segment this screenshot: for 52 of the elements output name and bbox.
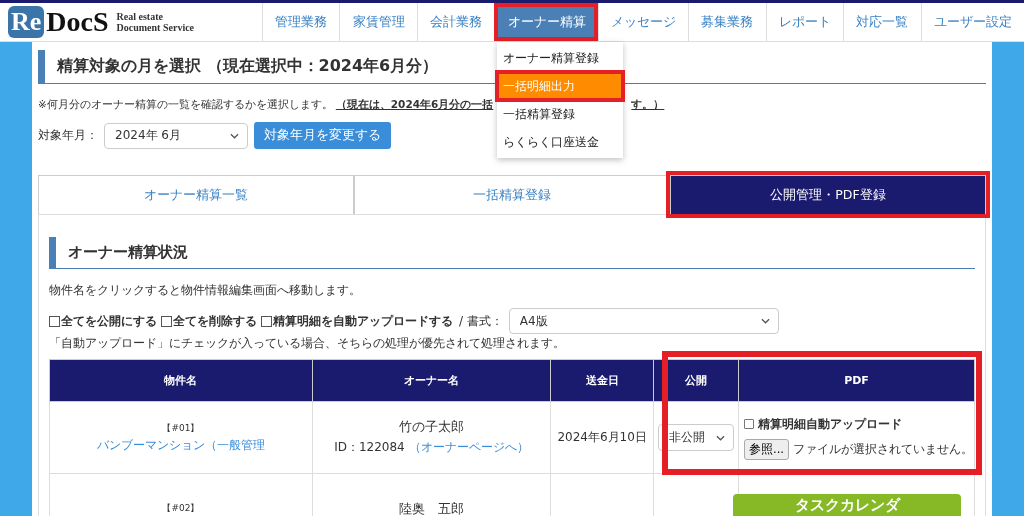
- nav-menu-item[interactable]: 募集業務: [688, 3, 766, 41]
- format-select[interactable]: A4版: [508, 308, 779, 334]
- column-header: 公開: [653, 359, 739, 402]
- format-label: / 書式：: [459, 312, 503, 330]
- tab[interactable]: オーナー精算一覧: [38, 175, 354, 214]
- dropdown-menu-item[interactable]: 一括精算登録: [497, 100, 623, 128]
- hint-text: 物件名をクリックすると物件情報編集画面へ移動します。: [49, 283, 362, 298]
- property-number: 【#02】: [161, 502, 201, 515]
- logo-name: DocS: [46, 6, 109, 38]
- visibility-select[interactable]: 非公開: [658, 424, 735, 451]
- property-link[interactable]: バンブーマンション（一般管理: [96, 437, 265, 452]
- change-month-button[interactable]: 対象年月を変更する: [254, 122, 391, 149]
- field-label: 対象年月：: [38, 127, 98, 144]
- chevron-icon: [760, 318, 770, 324]
- column-header: 送金日: [550, 359, 654, 402]
- checkbox-option[interactable]: 精算明細を自動アップロードする: [261, 312, 453, 330]
- nav-menu-item[interactable]: 管理業務: [262, 3, 340, 41]
- column-header: 物件名: [49, 359, 313, 402]
- browse-button[interactable]: 参照...: [744, 438, 789, 460]
- month-select[interactable]: 2024年 6月: [104, 122, 248, 149]
- column-header: オーナー名: [312, 359, 551, 402]
- notice-text: ※何月分のオーナー精算の一覧を確認するかを選択します。: [38, 98, 333, 112]
- owner-id: ID：122084: [334, 440, 405, 454]
- logo-tagline: Document Service: [116, 22, 195, 33]
- owner-name: 陸奥 五郎: [397, 501, 465, 516]
- checkbox-option[interactable]: 全てを削除する: [161, 312, 257, 330]
- chevron-icon: [230, 132, 239, 139]
- dropdown-menu-item[interactable]: らくらく口座送金: [497, 128, 623, 156]
- nav-menu-item[interactable]: オーナー精算: [494, 3, 598, 41]
- dropdown-menu-item[interactable]: 一括明細出力: [497, 72, 623, 100]
- nav-menu-item[interactable]: レポート: [765, 3, 844, 41]
- nav-menu-item[interactable]: 対応一覧: [843, 3, 921, 41]
- notice-emphasis: す。）: [631, 98, 665, 112]
- nav-menu-item[interactable]: ユーザー設定: [920, 3, 1024, 41]
- file-status: ファイルが選択されていません。: [793, 440, 973, 458]
- nav-menu-item[interactable]: 家賃管理: [339, 3, 417, 41]
- owner-name: 竹の子太郎: [397, 419, 465, 436]
- table-cell: 2024年6月10日: [550, 401, 654, 474]
- note-text: 「自動アップロード」にチェックが入っている場合、そちらの処理が優先されて処理されます。: [49, 336, 566, 351]
- logo-mark: Re: [8, 6, 45, 38]
- task-calendar-button[interactable]: タスクカレンダ: [733, 494, 961, 516]
- auto-upload-checkbox[interactable]: 精算明細自動アップロード: [744, 415, 973, 433]
- column-header: PDF: [738, 359, 975, 402]
- nav-menu-item[interactable]: メッセージ: [597, 3, 689, 41]
- chevron-icon: [716, 434, 726, 441]
- property-number: 【#01】: [161, 421, 201, 435]
- section-title: オーナー精算状況: [49, 237, 975, 269]
- owner-page-link[interactable]: （オーナーページへ）: [408, 440, 529, 454]
- notice-emphasis: （現在は、2024年6月分の一括: [335, 98, 494, 112]
- checkbox-option[interactable]: 全てを公開にする: [49, 312, 157, 330]
- logo-tagline: Real estate: [116, 11, 164, 22]
- dropdown-menu-item[interactable]: オーナー精算登録: [497, 44, 623, 72]
